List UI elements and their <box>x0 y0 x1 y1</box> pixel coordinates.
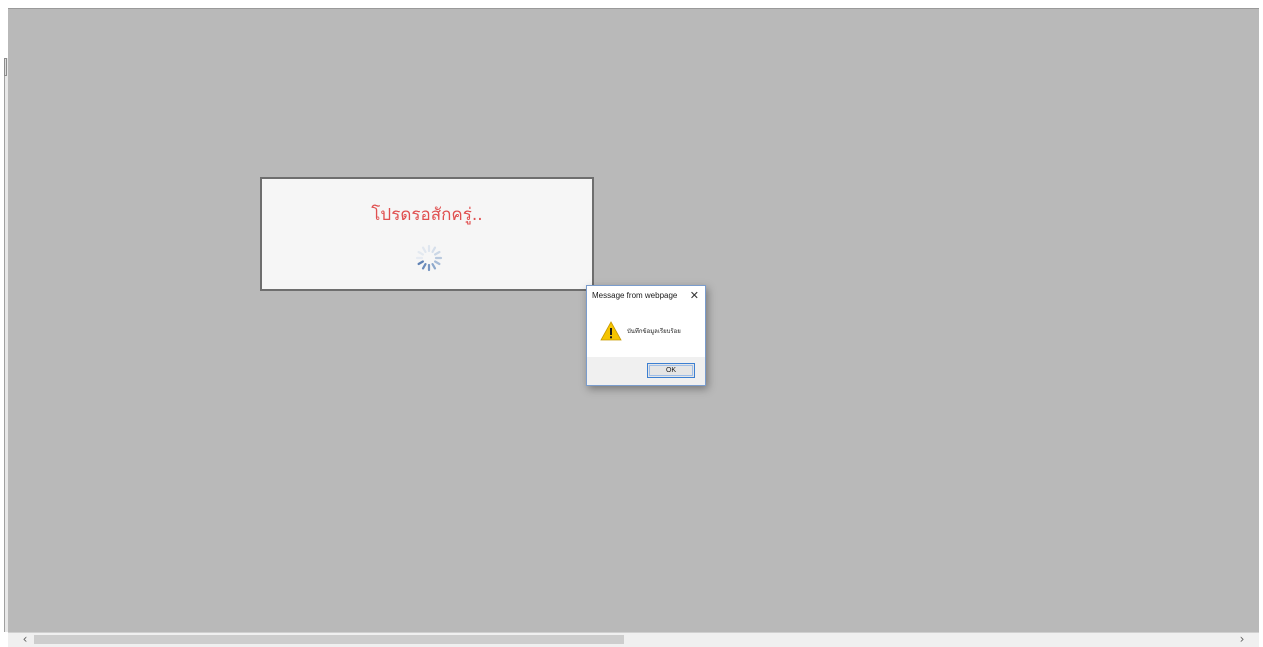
dialog-footer: OK <box>587 357 705 385</box>
left-frame-handle[interactable] <box>4 58 7 76</box>
ok-button-focus-ring <box>649 365 693 376</box>
scroll-right-arrow-icon[interactable]: › <box>1233 633 1251 647</box>
warning-icon <box>600 321 622 341</box>
scroll-thumb[interactable] <box>34 635 624 644</box>
ok-button[interactable]: OK <box>647 363 695 378</box>
spinner-icon <box>415 244 443 272</box>
browser-top-edge <box>8 0 1259 8</box>
loading-panel: โปรดรอสักครู่.. <box>260 177 594 291</box>
alert-dialog: Message from webpage ✕ บันทึกข้อมูลเรียบ… <box>586 285 706 386</box>
loading-message: โปรดรอสักครู่.. <box>371 205 483 225</box>
dialog-title: Message from webpage <box>592 291 678 300</box>
dialog-message: บันทึกข้อมูลเรียบร้อย <box>627 328 681 335</box>
horizontal-scrollbar[interactable]: ‹ › <box>8 632 1259 647</box>
scroll-left-arrow-icon[interactable]: ‹ <box>16 633 34 647</box>
close-icon[interactable]: ✕ <box>690 289 699 302</box>
